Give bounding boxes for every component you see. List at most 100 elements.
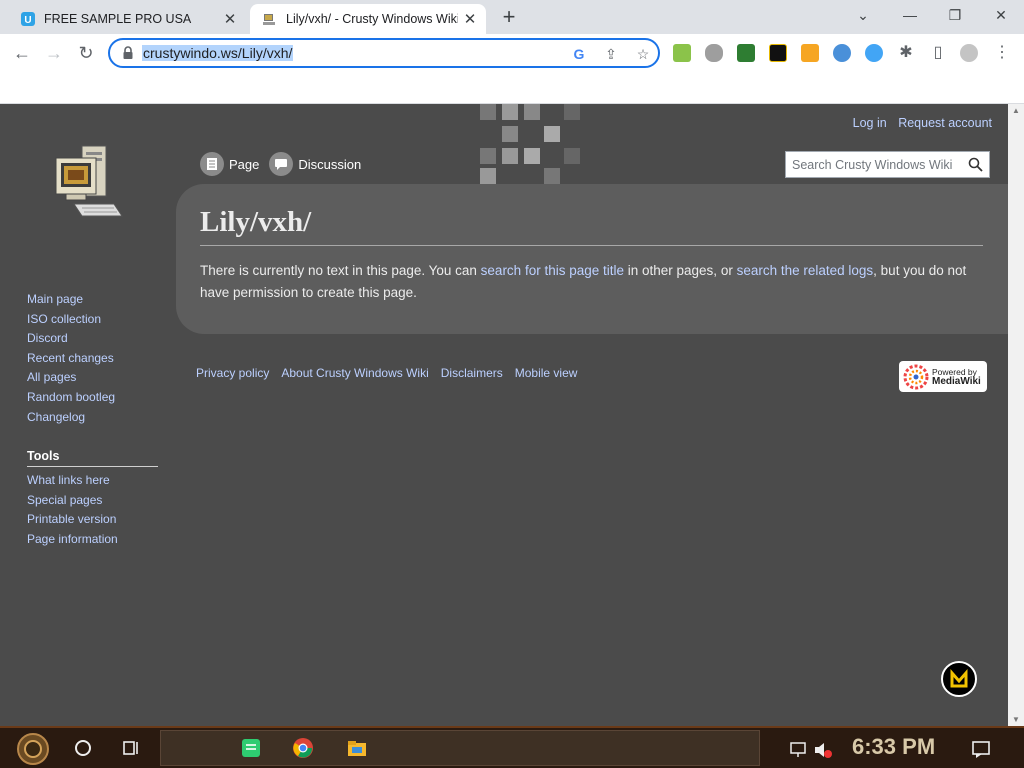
lock-icon (123, 46, 133, 59)
request-account-link[interactable]: Request account (898, 116, 992, 130)
speaker-muted-icon[interactable] (812, 739, 834, 761)
media-ext-icon[interactable] (769, 44, 787, 62)
checker-decoration (502, 104, 518, 120)
sidebar-item-recent-changes[interactable]: Recent changes (27, 349, 158, 369)
network-icon[interactable] (788, 739, 810, 761)
page-tabs: Page Discussion (200, 152, 371, 176)
browser-tab-bar: U FREE SAMPLE PRO USA ✕ Lily/vxh/ - Crus… (0, 0, 1024, 34)
wiki-search-box (785, 151, 990, 178)
sidebar-item-page-information[interactable]: Page information (27, 530, 158, 550)
tab-discussion[interactable]: Discussion (269, 152, 361, 176)
floating-media-button-icon[interactable] (941, 661, 977, 697)
gamepad-ext-icon[interactable] (705, 44, 723, 62)
planet-ext-icon[interactable] (865, 44, 883, 62)
content-area: Lily/vxh/ There is currently no text in … (176, 184, 1008, 334)
url-text[interactable]: crustywindo.ws/Lily/vxh/ (142, 45, 294, 61)
browser-tab-free-sample[interactable]: U FREE SAMPLE PRO USA ✕ (8, 4, 246, 34)
google-lens-icon[interactable]: G (570, 45, 588, 63)
body-text: There is currently no text in this page.… (200, 263, 481, 278)
sidebar-item-random-bootleg[interactable]: Random bootleg (27, 388, 158, 408)
browser-toolbar: ← → ↻ crustywindo.ws/Lily/vxh/ G ⇪ ☆ ✱ ▯… (0, 34, 1024, 72)
checker-decoration (480, 104, 496, 120)
tab-page-label: Page (229, 156, 260, 172)
powered-by-mediawiki-badge[interactable]: Powered by MediaWiki (899, 361, 987, 392)
tab-title: Lily/vxh/ - Crusty Windows Wiki (286, 12, 458, 26)
file-explorer-icon[interactable] (346, 737, 368, 759)
sidebar-item-special-pages[interactable]: Special pages (27, 491, 158, 511)
cortana-circle-icon[interactable] (72, 737, 94, 759)
sidepanel-icon[interactable]: ▯ (925, 40, 951, 66)
checker-decoration (524, 148, 540, 164)
taskbar-clock[interactable]: 6:33 PM (852, 734, 935, 760)
puzzle-icon[interactable]: ✱ (893, 40, 919, 66)
mediawiki-flower-icon (903, 364, 929, 389)
about-link[interactable]: About Crusty Windows Wiki (281, 366, 428, 380)
page-scrollbar[interactable]: ▲ ▼ (1008, 104, 1024, 726)
sidebar-item-changelog[interactable]: Changelog (27, 408, 158, 428)
close-tab-icon[interactable]: ✕ (218, 10, 242, 28)
crusty-windows-favicon-icon (263, 14, 275, 25)
checker-decoration (564, 148, 580, 164)
personal-tools: Log in Request account (845, 116, 992, 130)
login-link[interactable]: Log in (853, 116, 887, 130)
sidebar-item-what-links-here[interactable]: What links here (27, 471, 158, 491)
notifications-icon[interactable] (970, 739, 992, 761)
scroll-up-arrow-icon[interactable]: ▲ (1012, 106, 1020, 115)
scroll-down-arrow-icon[interactable]: ▼ (1012, 715, 1020, 724)
powered-by-text: Powered by MediaWiki (932, 367, 981, 386)
search-page-title-link[interactable]: search for this page title (481, 263, 624, 278)
profile-icon[interactable] (960, 44, 978, 62)
search-related-logs-link[interactable]: search the related logs (737, 263, 874, 278)
chrome-app-icon[interactable] (292, 737, 314, 759)
green-ext-icon[interactable] (673, 44, 691, 62)
checker-decoration (502, 126, 518, 142)
mobile-view-link[interactable]: Mobile view (515, 366, 578, 380)
tab-title: FREE SAMPLE PRO USA (44, 12, 192, 26)
sidebar-item-iso-collection[interactable]: ISO collection (27, 310, 158, 330)
crusty-windows-logo-icon[interactable] (52, 142, 124, 226)
sidebar-item-printable-version[interactable]: Printable version (27, 510, 158, 530)
share-icon[interactable]: ⇪ (602, 45, 620, 63)
checker-decoration (524, 104, 540, 120)
checker-decoration (544, 168, 560, 184)
task-view-icon[interactable] (120, 737, 142, 759)
forward-arrow-icon[interactable]: → (41, 40, 67, 66)
wiki-page: Log in Request account Main page ISO col… (0, 104, 1008, 726)
bookmark-star-icon[interactable]: ☆ (634, 45, 652, 63)
new-tab-button[interactable]: + (498, 6, 520, 28)
disclaimers-link[interactable]: Disclaimers (441, 366, 503, 380)
privacy-policy-link[interactable]: Privacy policy (196, 366, 269, 380)
sidebar-item-main-page[interactable]: Main page (27, 290, 158, 310)
reload-icon[interactable]: ↻ (73, 40, 99, 66)
sidebar-item-all-pages[interactable]: All pages (27, 368, 158, 388)
sidebar-item-discord[interactable]: Discord (27, 329, 158, 349)
pumpkin-ext-icon[interactable] (801, 44, 819, 62)
windows-taskbar: 6:33 PM (0, 726, 1024, 768)
notes-app-icon[interactable] (240, 737, 262, 759)
address-bar[interactable]: crustywindo.ws/Lily/vxh/ G ⇪ ☆ (108, 38, 660, 68)
idol-ext-icon[interactable] (737, 44, 755, 62)
svg-text:U: U (24, 15, 31, 26)
page-body: There is currently no text in this page.… (200, 260, 990, 304)
discussion-bubble-icon (269, 152, 294, 176)
browser-tab-crusty-wiki[interactable]: Lily/vxh/ - Crusty Windows Wiki ✕ (250, 4, 486, 34)
search-input[interactable] (786, 152, 966, 177)
checker-decoration (564, 104, 580, 120)
close-tab-icon[interactable]: ✕ (458, 10, 482, 28)
restore-button[interactable]: ❐ (940, 4, 970, 26)
free-sample-favicon-icon: U (21, 12, 35, 26)
start-button-icon[interactable] (10, 732, 56, 766)
menu-icon[interactable]: ⋮ (989, 40, 1015, 66)
bookmark-bar (0, 72, 1024, 104)
close-window-button[interactable]: ✕ (986, 4, 1016, 26)
minimize-button[interactable]: — (895, 4, 925, 26)
back-arrow-icon[interactable]: ← (9, 40, 35, 66)
page-doc-icon (200, 152, 224, 176)
globe-ext-icon[interactable] (833, 44, 851, 62)
checker-decoration (480, 148, 496, 164)
tab-page[interactable]: Page (200, 152, 259, 176)
search-icon[interactable] (968, 157, 983, 172)
checker-decoration (502, 148, 518, 164)
tab-search-chevron-icon[interactable]: ⌄ (848, 4, 878, 26)
checker-decoration (544, 126, 560, 142)
